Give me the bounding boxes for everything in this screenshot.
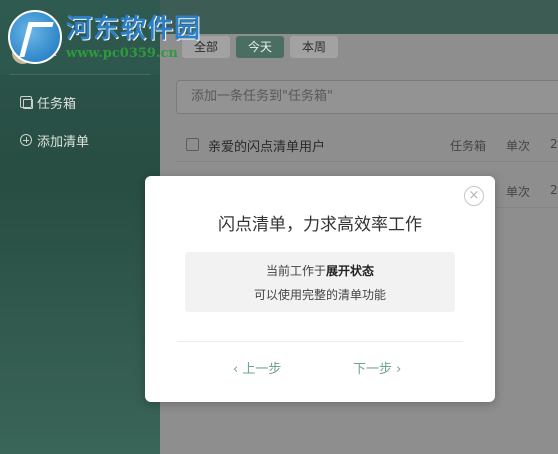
task-title: 亲爱的闪点清单用户 bbox=[208, 140, 326, 155]
onboarding-dialog: × 闪点清单，力求高效率工作 当前工作于展开状态 可以使用完整的清单功能 ‹ 上… bbox=[145, 176, 495, 402]
info-status: 展开状态 bbox=[326, 264, 375, 278]
task-repeat: 单次 bbox=[506, 185, 531, 199]
tab-today[interactable]: 今天 bbox=[236, 36, 285, 58]
watermark-logo bbox=[8, 10, 62, 64]
info-box: 当前工作于展开状态 可以使用完整的清单功能 bbox=[185, 252, 455, 312]
add-task-input[interactable]: 添加一条任务到"任务箱" bbox=[176, 80, 558, 114]
dialog-title: 闪点清单，力求高效率工作 bbox=[218, 215, 422, 235]
next-step-label: 下一步 bbox=[353, 362, 393, 377]
dialog-divider bbox=[177, 341, 463, 342]
filter-tabs: 全部 今天 本周 bbox=[182, 36, 339, 58]
sidebar: 天 任务箱 添加清单 bbox=[0, 0, 160, 454]
chevron-right-icon: › bbox=[396, 362, 402, 377]
task-extra: 2 bbox=[550, 183, 558, 197]
task-checkbox[interactable] bbox=[186, 138, 199, 151]
task-row[interactable]: 亲爱的闪点清单用户 任务箱 单次 2 bbox=[176, 128, 558, 162]
sidebar-dim-overlay bbox=[0, 75, 160, 454]
tab-this-week[interactable]: 本周 bbox=[290, 36, 339, 58]
chevron-left-icon: ‹ bbox=[233, 362, 239, 377]
task-list-name: 任务箱 bbox=[450, 139, 487, 153]
info-line-1: 当前工作于展开状态 bbox=[185, 262, 455, 279]
prev-step-label: 上一步 bbox=[242, 362, 282, 377]
prev-step-button[interactable]: ‹ 上一步 bbox=[233, 358, 281, 377]
close-button[interactable]: × bbox=[464, 186, 484, 206]
task-extra: 2 bbox=[550, 137, 558, 151]
watermark-title: 河东软件园 bbox=[66, 14, 202, 44]
watermark-url: www.pc0359.cn bbox=[66, 46, 178, 61]
task-repeat: 单次 bbox=[506, 139, 531, 153]
info-prefix: 当前工作于 bbox=[265, 264, 326, 278]
next-step-button[interactable]: 下一步 › bbox=[353, 358, 401, 377]
main-top-bar bbox=[160, 0, 558, 34]
close-icon: × bbox=[468, 188, 480, 203]
info-line-2: 可以使用完整的清单功能 bbox=[253, 288, 386, 302]
